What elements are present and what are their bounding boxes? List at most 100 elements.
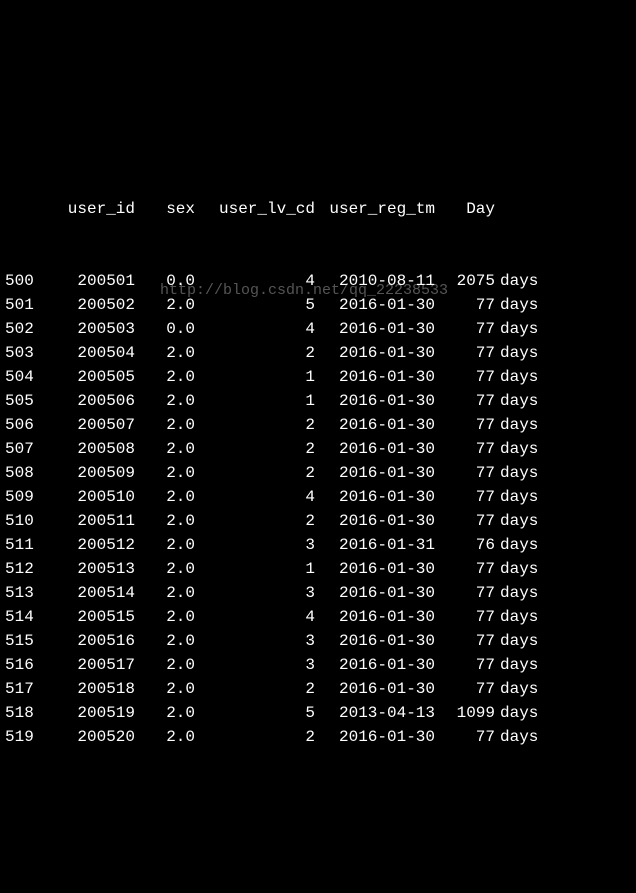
cell-days: days (495, 653, 550, 677)
header-user-id: user_id (45, 197, 135, 221)
cell-days: days (495, 701, 550, 725)
table-row: 5062005072.022016-01-3077days (5, 413, 631, 437)
cell-user_reg_tm: 2016-01-30 (315, 677, 435, 701)
table-row: 5172005182.022016-01-3077days (5, 677, 631, 701)
cell-user_reg_tm: 2016-01-30 (315, 461, 435, 485)
cell-sex: 2.0 (135, 581, 195, 605)
cell-user_lv_cd: 4 (195, 605, 315, 629)
cell-user_reg_tm: 2016-01-30 (315, 341, 435, 365)
cell-idx: 509 (5, 485, 45, 509)
header-user-lv-cd: user_lv_cd (195, 197, 315, 221)
header-sex: sex (135, 197, 195, 221)
cell-user_reg_tm: 2016-01-30 (315, 437, 435, 461)
cell-days: days (495, 509, 550, 533)
cell-user_id: 200502 (45, 293, 135, 317)
table-row: 5132005142.032016-01-3077days (5, 581, 631, 605)
cell-idx: 502 (5, 317, 45, 341)
header-index (5, 197, 45, 221)
table-row: 5112005122.032016-01-3176days (5, 533, 631, 557)
cell-sex: 2.0 (135, 341, 195, 365)
cell-sex: 2.0 (135, 533, 195, 557)
cell-user_id: 200519 (45, 701, 135, 725)
cell-sex: 2.0 (135, 461, 195, 485)
cell-idx: 504 (5, 365, 45, 389)
cell-user_reg_tm: 2016-01-30 (315, 629, 435, 653)
cell-sex: 2.0 (135, 677, 195, 701)
table-row: 5002005010.042010-08-112075days (5, 269, 631, 293)
cell-days: days (495, 269, 550, 293)
cell-days: days (495, 413, 550, 437)
cell-user_lv_cd: 2 (195, 677, 315, 701)
cell-days: days (495, 581, 550, 605)
table-row: 5052005062.012016-01-3077days (5, 389, 631, 413)
cell-user_lv_cd: 2 (195, 725, 315, 749)
cell-sex: 2.0 (135, 701, 195, 725)
cell-day: 77 (435, 677, 495, 701)
cell-idx: 512 (5, 557, 45, 581)
cell-idx: 518 (5, 701, 45, 725)
table-row: 5182005192.052013-04-131099days (5, 701, 631, 725)
dataframe-output: user_id sex user_lv_cd user_reg_tm Day 5… (5, 149, 631, 773)
cell-idx: 510 (5, 509, 45, 533)
cell-days: days (495, 317, 550, 341)
cell-user_lv_cd: 1 (195, 557, 315, 581)
cell-user_lv_cd: 2 (195, 461, 315, 485)
table-row: 5192005202.022016-01-3077days (5, 725, 631, 749)
cell-user_id: 200501 (45, 269, 135, 293)
cell-user_lv_cd: 3 (195, 533, 315, 557)
cell-days: days (495, 437, 550, 461)
cell-user_id: 200512 (45, 533, 135, 557)
cell-idx: 503 (5, 341, 45, 365)
table-row: 5022005030.042016-01-3077days (5, 317, 631, 341)
table-row: 5102005112.022016-01-3077days (5, 509, 631, 533)
cell-days: days (495, 725, 550, 749)
cell-user_id: 200507 (45, 413, 135, 437)
cell-day: 1099 (435, 701, 495, 725)
cell-user_reg_tm: 2016-01-30 (315, 485, 435, 509)
cell-user_lv_cd: 2 (195, 509, 315, 533)
cell-day: 77 (435, 413, 495, 437)
cell-idx: 519 (5, 725, 45, 749)
cell-user_id: 200518 (45, 677, 135, 701)
cell-user_reg_tm: 2016-01-30 (315, 581, 435, 605)
cell-day: 77 (435, 389, 495, 413)
cell-user_lv_cd: 1 (195, 389, 315, 413)
cell-user_id: 200506 (45, 389, 135, 413)
cell-user_id: 200511 (45, 509, 135, 533)
cell-user_id: 200509 (45, 461, 135, 485)
table-row: 5042005052.012016-01-3077days (5, 365, 631, 389)
table-row: 5092005102.042016-01-3077days (5, 485, 631, 509)
table-row: 5012005022.052016-01-3077days (5, 293, 631, 317)
table-row: 5032005042.022016-01-3077days (5, 341, 631, 365)
cell-sex: 2.0 (135, 293, 195, 317)
cell-day: 77 (435, 725, 495, 749)
cell-idx: 511 (5, 533, 45, 557)
cell-idx: 513 (5, 581, 45, 605)
cell-idx: 516 (5, 653, 45, 677)
cell-user_lv_cd: 5 (195, 293, 315, 317)
cell-days: days (495, 485, 550, 509)
cell-idx: 507 (5, 437, 45, 461)
cell-user_reg_tm: 2016-01-30 (315, 293, 435, 317)
cell-sex: 2.0 (135, 557, 195, 581)
cell-days: days (495, 293, 550, 317)
cell-days: days (495, 557, 550, 581)
cell-sex: 0.0 (135, 317, 195, 341)
cell-user_id: 200505 (45, 365, 135, 389)
cell-user_lv_cd: 3 (195, 581, 315, 605)
cell-user_id: 200504 (45, 341, 135, 365)
cell-user_reg_tm: 2016-01-30 (315, 725, 435, 749)
cell-user_reg_tm: 2016-01-30 (315, 509, 435, 533)
cell-day: 77 (435, 581, 495, 605)
cell-sex: 2.0 (135, 437, 195, 461)
cell-sex: 2.0 (135, 605, 195, 629)
cell-days: days (495, 605, 550, 629)
cell-sex: 2.0 (135, 509, 195, 533)
cell-days: days (495, 389, 550, 413)
cell-day: 77 (435, 293, 495, 317)
cell-user_lv_cd: 1 (195, 365, 315, 389)
cell-sex: 2.0 (135, 389, 195, 413)
cell-user_lv_cd: 4 (195, 317, 315, 341)
cell-user_id: 200503 (45, 317, 135, 341)
table-row: 5142005152.042016-01-3077days (5, 605, 631, 629)
